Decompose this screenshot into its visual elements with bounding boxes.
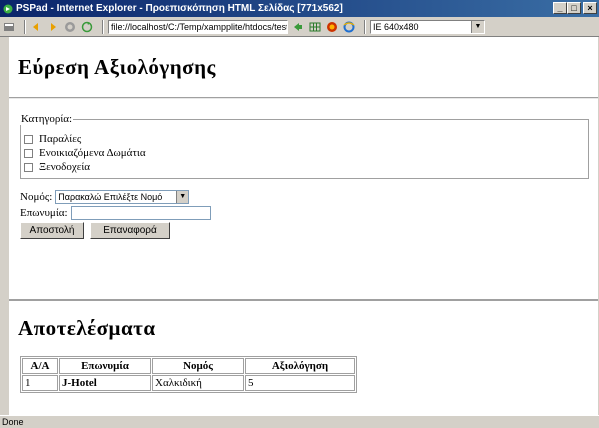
table-cell: 5	[245, 375, 355, 391]
toolbar-separator	[364, 19, 366, 34]
category-option[interactable]: Ενοικιαζόμενα Δωμάτια	[24, 147, 146, 159]
pspad-app-icon	[3, 4, 13, 14]
left-gutter	[0, 37, 9, 415]
menu-icon[interactable]	[3, 21, 15, 33]
stop-icon[interactable]	[64, 21, 76, 33]
toolbar-separator	[24, 19, 26, 34]
window-titlebar: PSPad - Internet Explorer - Προεπισκόπησ…	[0, 0, 599, 17]
minimize-button[interactable]: _	[553, 2, 567, 14]
category-checkbox[interactable]	[24, 162, 33, 172]
back-arrow-icon[interactable]	[30, 21, 42, 33]
category-label: Ξενοδοχεία	[39, 161, 91, 173]
chevron-down-icon[interactable]: ▼	[471, 20, 484, 33]
eponymia-row: Επωνυμία:	[20, 206, 211, 220]
reset-button[interactable]: Επαναφορά	[90, 222, 170, 239]
window-title: PSPad - Internet Explorer - Προεπισκόπησ…	[16, 3, 343, 14]
status-bar: Done	[0, 415, 599, 428]
nomos-row: Νομός: Παρακαλώ Επιλέξτε Νομό ▼	[20, 190, 190, 204]
go-icon[interactable]	[292, 21, 304, 33]
refresh-icon[interactable]	[81, 21, 93, 33]
category-checkbox[interactable]	[24, 148, 33, 158]
page-title: Εύρεση Αξιολόγησης	[18, 55, 216, 79]
nomos-label: Νομός:	[20, 191, 53, 203]
results-title: Αποτελέσματα	[18, 316, 156, 340]
eponymia-label: Επωνυμία:	[20, 207, 68, 219]
nomos-select[interactable]: Παρακαλώ Επιλέξτε Νομό ▼	[55, 190, 190, 204]
submit-button[interactable]: Αποστολή	[20, 222, 84, 239]
table-row: 1 J-Hotel Χαλκιδική 5	[22, 375, 355, 391]
window-controls: _ □ ×	[553, 2, 597, 14]
chevron-down-icon[interactable]: ▼	[176, 191, 189, 203]
table-cell: Χαλκιδική	[152, 375, 244, 391]
category-checkbox[interactable]	[24, 134, 33, 144]
preview-size-select[interactable]: IE 640x480 ▼	[370, 19, 485, 34]
close-button[interactable]: ×	[583, 2, 597, 14]
page-content: Εύρεση Αξιολόγησης Κατηγορία: Παραλίες Ε…	[9, 37, 598, 415]
forward-arrow-icon[interactable]	[47, 21, 59, 33]
browser-toolbar: file://localhost/C:/Temp/xampplite/htdoc…	[0, 17, 599, 37]
frame-separator	[9, 299, 598, 301]
category-option[interactable]: Ξενοδοχεία	[24, 161, 90, 173]
column-header: Επωνυμία	[59, 358, 151, 374]
eponymia-input[interactable]	[70, 206, 211, 220]
category-option[interactable]: Παραλίες	[24, 133, 81, 145]
column-header: Αξιολόγηση	[245, 358, 355, 374]
category-legend: Κατηγορία:	[20, 113, 74, 125]
results-table: Α/Α Επωνυμία Νομός Αξιολόγηση 1 J-Hotel …	[20, 356, 357, 393]
column-header: Α/Α	[22, 358, 58, 374]
category-label: Ενοικιαζόμενα Δωμάτια	[39, 147, 146, 159]
toolbar-separator	[102, 19, 104, 34]
preview-size-value: IE 640x480	[373, 21, 419, 32]
table-cell: 1	[22, 375, 58, 391]
horizontal-rule	[9, 97, 598, 99]
grid-view-icon[interactable]	[309, 21, 321, 33]
internet-explorer-icon[interactable]	[343, 21, 355, 33]
maximize-button[interactable]: □	[567, 2, 581, 14]
column-header: Νομός	[152, 358, 244, 374]
table-header-row: Α/Α Επωνυμία Νομός Αξιολόγηση	[22, 358, 355, 374]
address-field[interactable]: file://localhost/C:/Temp/xampplite/htdoc…	[108, 19, 288, 34]
firefox-icon[interactable]	[326, 21, 338, 33]
category-label: Παραλίες	[39, 133, 82, 145]
nomos-select-value: Παρακαλώ Επιλέξτε Νομό	[58, 192, 163, 202]
table-cell: J-Hotel	[59, 375, 151, 391]
